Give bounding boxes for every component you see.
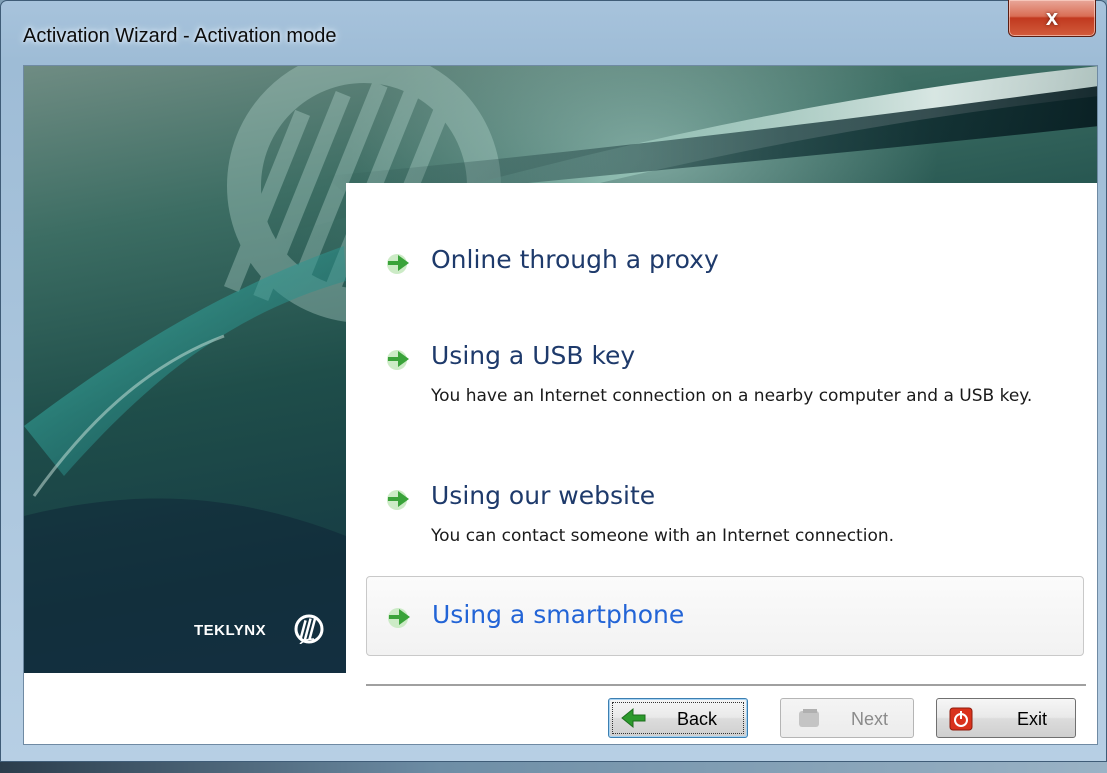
green-arrow-icon — [387, 490, 409, 510]
option-description: You can contact someone with an Internet… — [431, 526, 895, 546]
option-smartphone[interactable]: Using a smartphone — [366, 576, 1084, 656]
green-arrow-icon — [387, 350, 409, 370]
back-label: Back — [677, 709, 718, 729]
window-title: Activation Wizard - Activation mode — [23, 25, 337, 47]
close-icon: x — [1045, 5, 1059, 30]
green-arrow-icon — [387, 254, 409, 274]
next-disabled-icon — [799, 709, 819, 727]
option-title: Online through a proxy — [431, 245, 719, 274]
next-label: Next — [851, 709, 889, 729]
title-bar[interactable]: Activation Wizard - Activation mode x — [1, 0, 1106, 59]
activation-options-panel: Online through a proxy Using a USB key Y… — [346, 183, 1097, 673]
back-button[interactable]: Back — [608, 698, 748, 738]
activation-wizard-window: Activation Wizard - Activation mode x TE… — [0, 0, 1107, 762]
option-website[interactable]: Using our website You can contact someon… — [366, 465, 1084, 555]
option-title: Using a USB key — [431, 341, 636, 370]
exit-label: Exit — [1017, 709, 1048, 729]
teklynx-emblem-icon — [294, 614, 324, 644]
green-left-arrow-icon — [621, 707, 646, 729]
button-separator — [366, 684, 1086, 687]
next-button[interactable]: Next — [780, 698, 914, 738]
option-online-proxy[interactable]: Online through a proxy — [366, 225, 1084, 295]
wizard-content: TEKLYNX Online through a proxy Using a U… — [23, 65, 1098, 745]
power-icon — [949, 707, 973, 731]
teklynx-logo: TEKLYNX — [194, 614, 334, 648]
exit-button[interactable]: Exit — [936, 698, 1076, 738]
close-button[interactable]: x — [1008, 0, 1096, 37]
option-description: You have an Internet connection on a nea… — [431, 386, 1033, 406]
option-title: Using our website — [431, 481, 656, 510]
green-arrow-icon — [388, 608, 410, 628]
option-title: Using a smartphone — [432, 600, 685, 629]
teklynx-wordmark: TEKLYNX — [194, 622, 267, 639]
option-usb-key[interactable]: Using a USB key You have an Internet con… — [366, 325, 1084, 435]
